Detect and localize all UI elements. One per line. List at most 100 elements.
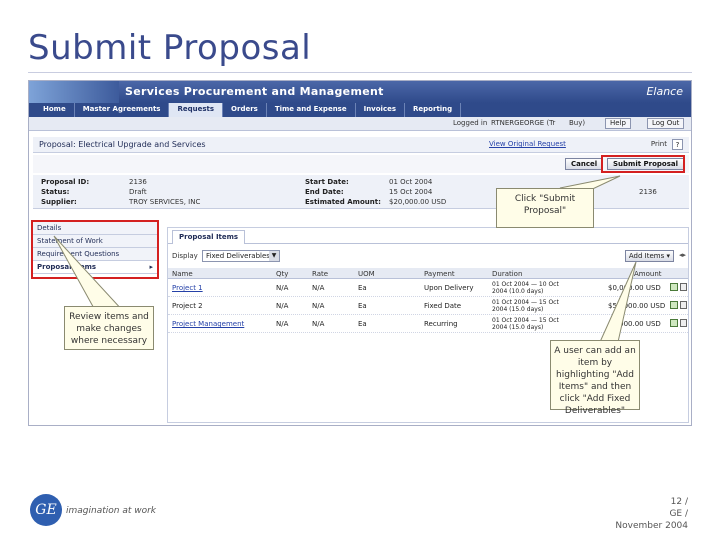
item-name[interactable]: Project 2 <box>172 302 203 310</box>
item-payment: Recurring <box>424 320 458 328</box>
estimated-amount-value: $20,000.00 USD <box>389 198 447 206</box>
add-items-label: Add Items <box>628 252 665 260</box>
col-payment[interactable]: Payment <box>424 270 455 278</box>
ge-logo: GE <box>30 494 62 526</box>
footer-date: November 2004 <box>615 521 688 531</box>
footer-page: 12 / <box>670 497 688 507</box>
display-select-value: Fixed Deliverables <box>206 252 270 260</box>
slide-title: Submit Proposal <box>28 28 312 68</box>
nav-tab-home[interactable]: Home <box>35 103 75 117</box>
help-icon[interactable]: ? <box>672 139 683 150</box>
display-label: Display <box>172 252 198 260</box>
start-date-label: Start Date: <box>305 178 349 186</box>
item-uom: Ea <box>358 284 367 292</box>
tab-proposal-items[interactable]: Proposal Items <box>172 230 246 244</box>
app-banner: Services Procurement and Management Elan… <box>29 81 691 103</box>
user-bar: Logged in RTNERGEORGE (Tr Buy) Help Log … <box>29 117 691 131</box>
supplier-value: TROY SERVICES, INC <box>129 198 201 206</box>
print-link[interactable]: Print <box>651 140 667 148</box>
table-row[interactable]: Project 2 N/A N/A Ea Fixed Date 01 Oct 2… <box>168 298 688 315</box>
end-date-value: 15 Oct 2004 <box>389 188 433 196</box>
banner-title: Services Procurement and Management <box>125 85 384 98</box>
item-qty: N/A <box>276 320 289 328</box>
item-duration: 01 Oct 2004 — 15 Oct 2004 (15.0 days) <box>492 299 559 313</box>
footer-org: GE / <box>669 509 688 519</box>
scroll-arrows-icon[interactable]: ◂▸ <box>679 251 686 259</box>
col-name[interactable]: Name <box>172 270 193 278</box>
item-payment: Upon Delivery <box>424 284 474 292</box>
item-qty: N/A <box>276 284 289 292</box>
nav-tab-requests[interactable]: Requests <box>169 103 224 117</box>
nav-tab-reporting[interactable]: Reporting <box>405 103 462 117</box>
nav-tab-master-agreements[interactable]: Master Agreements <box>75 103 170 117</box>
item-rate: N/A <box>312 320 325 328</box>
end-date-label: End Date: <box>305 188 344 196</box>
col-rate[interactable]: Rate <box>312 270 328 278</box>
edit-icon[interactable] <box>670 319 678 327</box>
table-row[interactable]: Project 1 N/A N/A Ea Upon Delivery 01 Oc… <box>168 280 688 297</box>
item-name-link[interactable]: Project 1 <box>172 284 203 292</box>
table-row[interactable]: Project Management N/A N/A Ea Recurring … <box>168 316 688 333</box>
banner-decoration <box>29 81 119 103</box>
status-label: Status: <box>41 188 70 196</box>
col-duration[interactable]: Duration <box>492 270 522 278</box>
col-amount[interactable]: Amount <box>634 270 662 278</box>
submit-highlight <box>601 155 685 173</box>
chevron-down-icon: ▾ <box>666 252 670 260</box>
item-rate: N/A <box>312 302 325 310</box>
action-row: Cancel Submit Proposal <box>33 155 689 173</box>
logout-button[interactable]: Log Out <box>647 118 685 129</box>
user-role: Buy) <box>569 119 586 127</box>
nav-tab-orders[interactable]: Orders <box>223 103 267 117</box>
add-items-button[interactable]: Add Items ▾ <box>624 250 674 262</box>
item-duration: 01 Oct 2004 — 15 Oct 2004 (15.0 days) <box>492 317 559 331</box>
view-original-request-link[interactable]: View Original Request <box>489 140 566 148</box>
logged-in-label: Logged in <box>453 119 488 127</box>
item-amount: $0,000.00 USD <box>608 284 661 292</box>
title-divider <box>28 72 692 73</box>
start-date-value: 01 Oct 2004 <box>389 178 433 186</box>
proposal-header: Proposal: Electrical Upgrade and Service… <box>33 137 689 153</box>
items-table-header: Name Qty Rate UOM Payment Duration Amoun… <box>168 268 688 279</box>
nav-tab-invoices[interactable]: Invoices <box>356 103 406 117</box>
item-uom: Ea <box>358 302 367 310</box>
item-qty: N/A <box>276 302 289 310</box>
col-uom[interactable]: UOM <box>358 270 375 278</box>
review-callout: Review items and make changes where nece… <box>64 306 154 350</box>
display-select[interactable]: Fixed Deliverables ▼ <box>202 250 280 262</box>
estimated-amount-label: Estimated Amount: <box>305 198 381 206</box>
chevron-down-icon: ▼ <box>269 251 279 261</box>
status-value: Draft <box>129 188 147 196</box>
help-menu[interactable]: Help <box>605 118 631 129</box>
delete-icon[interactable] <box>680 319 687 327</box>
item-duration: 01 Oct 2004 — 10 Oct 2004 (10.0 days) <box>492 281 559 295</box>
delete-icon[interactable] <box>680 301 687 309</box>
user-name: RTNERGEORGE (Tr <box>491 119 556 127</box>
supplier-label: Supplier: <box>41 198 77 206</box>
proposal-id-label: Proposal ID: <box>41 178 90 186</box>
sidebar-highlight <box>31 220 159 279</box>
delete-icon[interactable] <box>680 283 687 291</box>
slide-footer: 12 / GE / November 2004 <box>615 496 688 532</box>
edit-icon[interactable] <box>670 283 678 291</box>
submit-callout: Click "Submit Proposal" <box>496 188 594 228</box>
display-row: Display Fixed Deliverables ▼ Add Items ▾… <box>168 250 688 264</box>
edit-icon[interactable] <box>670 301 678 309</box>
item-name-link[interactable]: Project Management <box>172 320 244 328</box>
elance-logo: Elance <box>646 85 683 98</box>
summary-right-value: 2136 <box>639 188 657 196</box>
item-payment: Fixed Date <box>424 302 462 310</box>
col-qty[interactable]: Qty <box>276 270 288 278</box>
item-amount: $50,000.00 USD <box>608 302 666 310</box>
nav-tab-time-expense[interactable]: Time and Expense <box>267 103 356 117</box>
item-uom: Ea <box>358 320 367 328</box>
proposal-id-value: 2136 <box>129 178 147 186</box>
items-tabbar: Proposal Items <box>168 228 688 244</box>
ge-tagline: imagination at work <box>66 506 156 516</box>
proposal-title: Proposal: Electrical Upgrade and Service… <box>39 140 206 149</box>
main-nav: Home Master Agreements Requests Orders T… <box>29 103 691 117</box>
item-amount: $5,000.00 USD <box>608 320 661 328</box>
add-items-callout: A user can add an item by highlighting "… <box>550 340 640 416</box>
cancel-button[interactable]: Cancel <box>565 158 604 170</box>
item-rate: N/A <box>312 284 325 292</box>
